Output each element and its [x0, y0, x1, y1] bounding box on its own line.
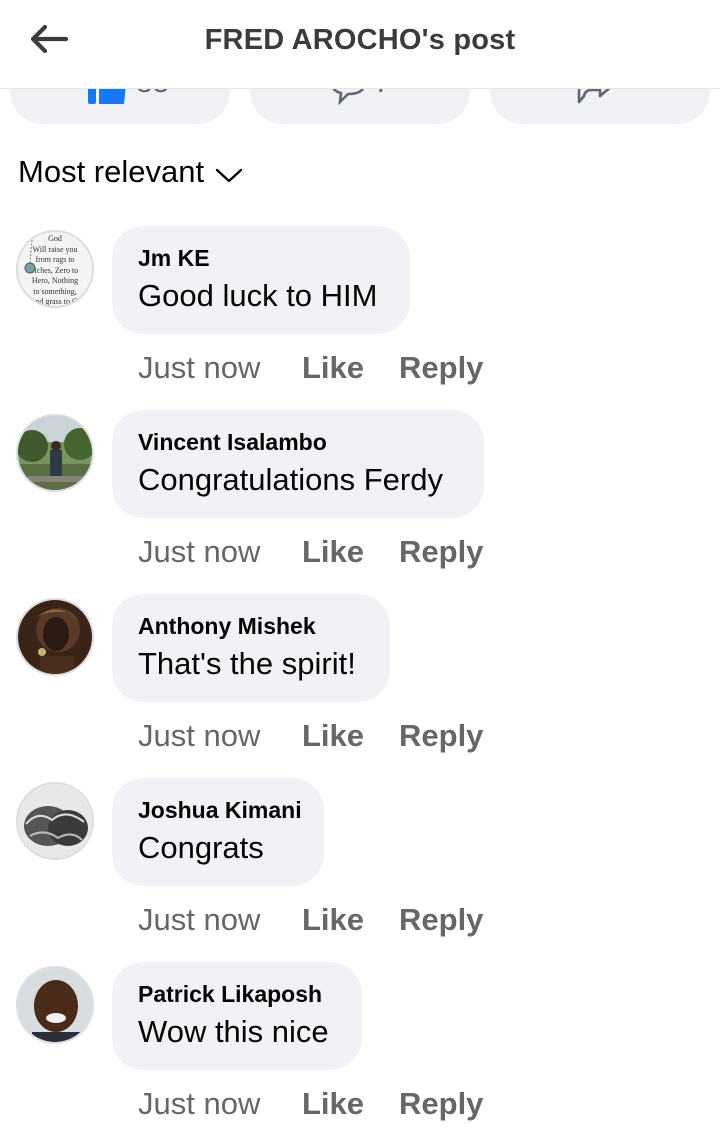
- avatar-photo: [18, 416, 92, 490]
- comment-actions: Just now Like Reply: [138, 1086, 483, 1122]
- comment-author[interactable]: Patrick Likaposh: [138, 980, 336, 1008]
- comment-time[interactable]: Just now: [138, 350, 302, 386]
- comment-time[interactable]: Just now: [138, 534, 302, 570]
- comment-text: That's the spirit!: [138, 646, 356, 681]
- comment-author[interactable]: Joshua Kimani: [138, 796, 302, 824]
- reply-button[interactable]: Reply: [399, 534, 483, 570]
- comment-time[interactable]: Just now: [138, 1086, 302, 1122]
- avatar[interactable]: [16, 598, 94, 676]
- reply-button[interactable]: Reply: [399, 1086, 483, 1122]
- comment-actions: Just now Like Reply: [138, 718, 483, 754]
- comment-text: Good luck to HIM: [138, 278, 378, 313]
- chevron-down-icon: [215, 168, 243, 183]
- avatar[interactable]: [16, 966, 94, 1044]
- comment-text: Wow this nice: [138, 1014, 329, 1049]
- comment-author[interactable]: Jm KE: [138, 244, 384, 272]
- reply-button[interactable]: Reply: [399, 718, 483, 754]
- avatar-photo: [18, 968, 92, 1042]
- comment-text: Congrats: [138, 830, 264, 865]
- like-button[interactable]: Like: [302, 902, 399, 938]
- avatar-photo: [18, 784, 92, 858]
- comment-author[interactable]: Anthony Mishek: [138, 612, 364, 640]
- comment-actions: Just now Like Reply: [138, 902, 483, 938]
- pocket-watch-icon: [24, 239, 36, 274]
- comment-actions: Just now Like Reply: [138, 350, 483, 386]
- comment-bubble[interactable]: Vincent Isalambo Congratulations Ferdy: [112, 410, 484, 518]
- comment-bubble[interactable]: Jm KE Good luck to HIM: [112, 226, 410, 334]
- like-button[interactable]: Like: [302, 1086, 399, 1122]
- sort-label: Most relevant: [18, 154, 205, 189]
- avatar-photo: [18, 600, 92, 674]
- like-button[interactable]: Like: [302, 350, 399, 386]
- comment-bubble[interactable]: Patrick Likaposh Wow this nice: [112, 962, 362, 1070]
- comment-bubble[interactable]: Anthony Mishek That's the spirit!: [112, 594, 390, 702]
- post-header: FRED AROCHO's post: [0, 0, 720, 89]
- comment-bubble[interactable]: Joshua Kimani Congrats: [112, 778, 324, 886]
- comment-time[interactable]: Just now: [138, 902, 302, 938]
- like-button[interactable]: Like: [302, 718, 399, 754]
- page-title: FRED AROCHO's post: [204, 24, 516, 56]
- sort-dropdown[interactable]: Most relevant: [18, 154, 244, 190]
- comment-text: Congratulations Ferdy: [138, 462, 443, 497]
- comment-time[interactable]: Just now: [138, 718, 302, 754]
- avatar[interactable]: God Will raise you from rags to riches, …: [16, 230, 94, 308]
- like-button[interactable]: Like: [302, 534, 399, 570]
- comment-author[interactable]: Vincent Isalambo: [138, 428, 458, 456]
- comment-actions: Just now Like Reply: [138, 534, 483, 570]
- reply-button[interactable]: Reply: [399, 350, 483, 386]
- reply-button[interactable]: Reply: [399, 902, 483, 938]
- avatar[interactable]: [16, 782, 94, 860]
- avatar[interactable]: [16, 414, 94, 492]
